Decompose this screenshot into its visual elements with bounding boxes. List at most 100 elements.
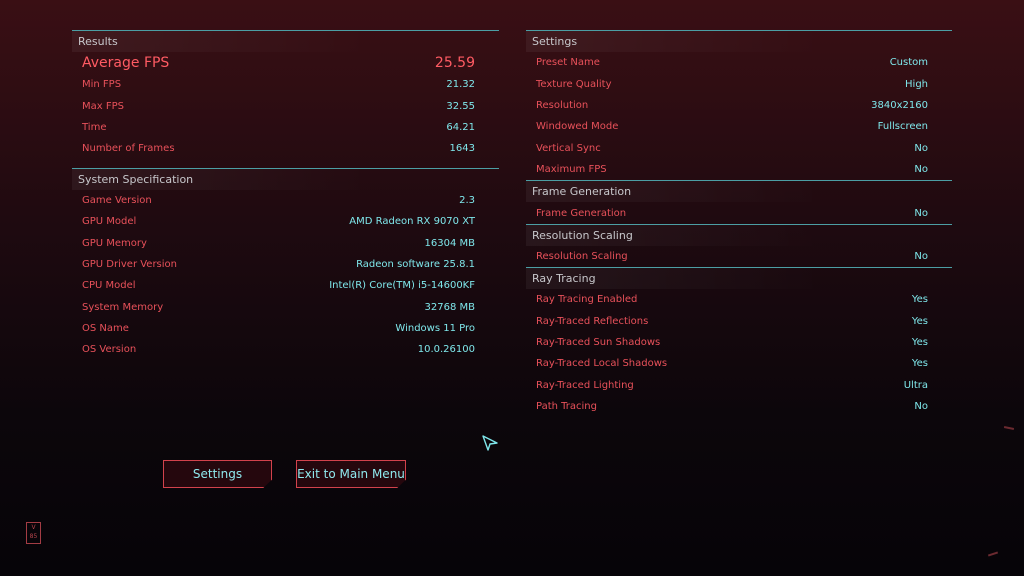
row-value: Yes [911, 315, 928, 327]
row-value: Yes [911, 358, 928, 370]
row-label: System Memory [82, 301, 164, 313]
row-label: Frame Generation [536, 207, 627, 219]
row-label: Maximum FPS [536, 164, 607, 176]
row-value: 3840x2160 [871, 99, 928, 111]
spec-row: GPU Driver Version Radeon software 25.8.… [72, 254, 499, 275]
setting-row: Ray Tracing Enabled Yes [526, 289, 952, 310]
setting-row: Windowed Mode Fullscreen [526, 116, 952, 137]
row-value: 32768 MB [424, 301, 475, 313]
setting-row: Texture Quality High [526, 73, 952, 94]
average-fps-row: Average FPS 25.59 [72, 52, 499, 74]
row-value: 2.3 [459, 194, 475, 206]
setting-row: Resolution Scaling No [526, 246, 952, 267]
setting-row: Ray-Traced Reflections Yes [526, 311, 952, 332]
row-value: 25.59 [434, 55, 475, 71]
row-label: GPU Model [82, 216, 137, 228]
row-label: Ray-Traced Sun Shadows [536, 337, 661, 349]
row-label: OS Name [82, 323, 129, 335]
results-header: Results [72, 31, 499, 52]
row-label: Resolution [536, 99, 589, 111]
row-value: 32.55 [446, 100, 475, 112]
row-label: Max FPS [82, 100, 124, 112]
system-spec-section: System Specification Game Version 2.3 GP… [72, 167, 499, 361]
row-value: No [914, 142, 928, 154]
row-label: CPU Model [82, 280, 136, 292]
spec-row: OS Version 10.0.26100 [72, 339, 499, 360]
number-of-frames-row: Number of Frames 1643 [72, 138, 499, 159]
row-label: Ray-Traced Local Shadows [536, 358, 668, 370]
decorative-mark [987, 551, 999, 557]
row-label: Resolution Scaling [536, 250, 628, 262]
row-value: Fullscreen [877, 121, 928, 133]
setting-row: Preset Name Custom [526, 52, 952, 73]
row-value: Intel(R) Core(TM) i5-14600KF [329, 280, 475, 292]
resolution-scaling-section: Resolution Scaling Resolution Scaling No [526, 223, 952, 267]
spec-row: Game Version 2.3 [72, 190, 499, 211]
row-value: Windows 11 Pro [395, 323, 475, 335]
row-label: Min FPS [82, 79, 122, 91]
ray-tracing-section: Ray Tracing Ray Tracing Enabled Yes Ray-… [526, 267, 952, 417]
version-badge: V 85 [26, 522, 41, 544]
row-value: Radeon software 25.8.1 [356, 258, 475, 270]
exit-to-main-menu-button[interactable]: Exit to Main Menu [296, 460, 406, 488]
row-value: No [914, 250, 928, 262]
decorative-mark [1003, 425, 1015, 431]
row-value: No [914, 207, 928, 219]
row-value: 16304 MB [424, 237, 475, 249]
max-fps-row: Max FPS 32.55 [72, 95, 499, 116]
row-label: Time [82, 121, 107, 133]
right-column: Settings Preset Name Custom Texture Qual… [526, 30, 952, 417]
row-value: AMD Radeon RX 9070 XT [349, 216, 475, 228]
row-label: OS Version [82, 344, 137, 356]
row-label: Windowed Mode [536, 121, 619, 133]
settings-section: Settings Preset Name Custom Texture Qual… [526, 30, 952, 180]
frame-generation-section: Frame Generation Frame Generation No [526, 180, 952, 223]
setting-row: Maximum FPS No [526, 159, 952, 180]
system-spec-header: System Specification [72, 168, 499, 190]
row-value: 21.32 [446, 79, 475, 91]
mouse-cursor-icon [482, 435, 498, 451]
row-label: Average FPS [82, 55, 170, 71]
setting-row: Frame Generation No [526, 202, 952, 223]
row-label: GPU Memory [82, 237, 147, 249]
row-value: No [914, 401, 928, 413]
row-value: Yes [911, 337, 928, 349]
frame-generation-header: Frame Generation [526, 181, 952, 203]
row-value: 64.21 [446, 121, 475, 133]
row-label: Ray-Traced Reflections [536, 315, 649, 327]
spec-row: GPU Model AMD Radeon RX 9070 XT [72, 211, 499, 232]
setting-row: Ray-Traced Local Shadows Yes [526, 353, 952, 374]
results-section: Results Average FPS 25.59 Min FPS 21.32 … [72, 30, 499, 160]
resolution-scaling-header: Resolution Scaling [526, 224, 952, 246]
spec-row: System Memory 32768 MB [72, 297, 499, 318]
row-label: Number of Frames [82, 143, 175, 155]
ray-tracing-header: Ray Tracing [526, 268, 952, 290]
row-label: Preset Name [536, 57, 600, 69]
spec-row: OS Name Windows 11 Pro [72, 318, 499, 339]
row-value: No [914, 164, 928, 176]
row-value: Custom [889, 57, 928, 69]
setting-row: Vertical Sync No [526, 138, 952, 159]
row-value: Ultra [903, 379, 928, 391]
setting-row: Ray-Traced Lighting Ultra [526, 375, 952, 396]
setting-row: Resolution 3840x2160 [526, 95, 952, 116]
row-label: Game Version [82, 194, 152, 206]
row-label: GPU Driver Version [82, 258, 177, 270]
row-label: Ray-Traced Lighting [536, 379, 634, 391]
settings-header: Settings [526, 31, 952, 52]
row-label: Ray Tracing Enabled [536, 294, 638, 306]
left-column: Results Average FPS 25.59 Min FPS 21.32 … [72, 30, 499, 361]
row-label: Path Tracing [536, 401, 597, 413]
spec-row: GPU Memory 16304 MB [72, 232, 499, 253]
time-row: Time 64.21 [72, 117, 499, 138]
row-value: 1643 [449, 143, 475, 155]
setting-row: Path Tracing No [526, 396, 952, 417]
setting-row: Ray-Traced Sun Shadows Yes [526, 332, 952, 353]
row-label: Texture Quality [536, 78, 612, 90]
row-value: 10.0.26100 [417, 344, 475, 356]
settings-button[interactable]: Settings [163, 460, 272, 488]
row-value: Yes [911, 294, 928, 306]
spec-row: CPU Model Intel(R) Core(TM) i5-14600KF [72, 275, 499, 296]
min-fps-row: Min FPS 21.32 [72, 74, 499, 95]
row-label: Vertical Sync [536, 142, 601, 154]
